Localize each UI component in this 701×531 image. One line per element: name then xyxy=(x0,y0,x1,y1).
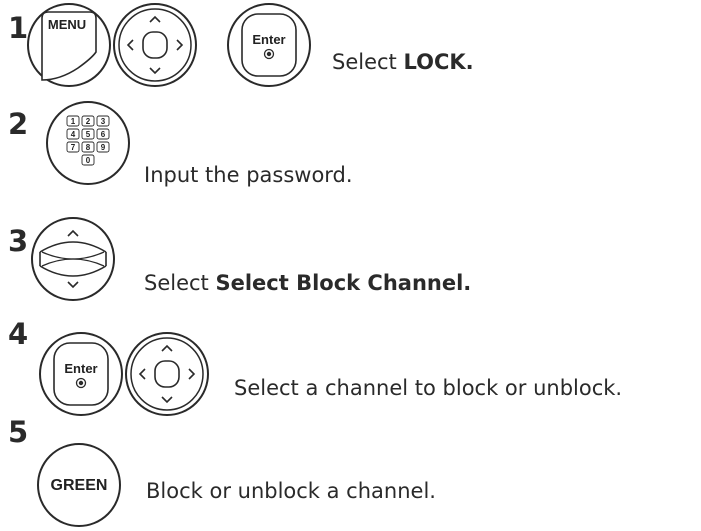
step-5-instruction: Block or unblock a channel. xyxy=(146,479,436,503)
step-1-bold-text: LOCK. xyxy=(403,50,474,74)
step-4-instruction: Select a channel to block or unblock. xyxy=(234,376,623,400)
step-3-instruction: Select Select Block Channel. xyxy=(144,273,471,294)
step-1-instruction: Select LOCK. xyxy=(332,52,474,73)
step-3-text: Select xyxy=(144,271,216,295)
key-1: 1 xyxy=(71,117,76,126)
key-6: 6 xyxy=(101,130,106,139)
step-2-instruction: Input the password. xyxy=(144,163,353,187)
key-5: 5 xyxy=(86,130,91,139)
key-2: 2 xyxy=(86,117,91,126)
key-3: 3 xyxy=(101,117,106,126)
enter-button-icon: Enter xyxy=(226,2,312,88)
menu-button-icon: MENU xyxy=(26,2,112,88)
key-9: 9 xyxy=(101,143,106,152)
step-number-5: 5 xyxy=(8,415,29,449)
key-7: 7 xyxy=(71,143,76,152)
key-4: 4 xyxy=(71,130,76,139)
enter-button-label: Enter xyxy=(64,361,97,376)
up-down-button-icon xyxy=(30,216,116,302)
key-0: 0 xyxy=(86,156,91,165)
green-button-icon: GREEN xyxy=(36,442,122,528)
green-button-label: GREEN xyxy=(51,477,108,494)
navigation-pad-icon xyxy=(112,2,198,88)
step-number-4: 4 xyxy=(8,317,29,351)
step-3-bold-text: Select Block Channel. xyxy=(215,271,472,295)
step-number-3: 3 xyxy=(8,224,29,258)
step-number-2: 2 xyxy=(8,107,29,141)
navigation-pad-icon xyxy=(124,331,210,417)
key-8: 8 xyxy=(86,143,91,152)
menu-button-label: MENU xyxy=(48,17,86,32)
step-1-text: Select xyxy=(332,50,404,74)
enter-button-icon: Enter xyxy=(38,331,124,417)
numeric-keypad-icon: 1 2 3 4 5 6 7 8 9 0 xyxy=(45,100,131,186)
enter-button-label: Enter xyxy=(252,32,285,47)
